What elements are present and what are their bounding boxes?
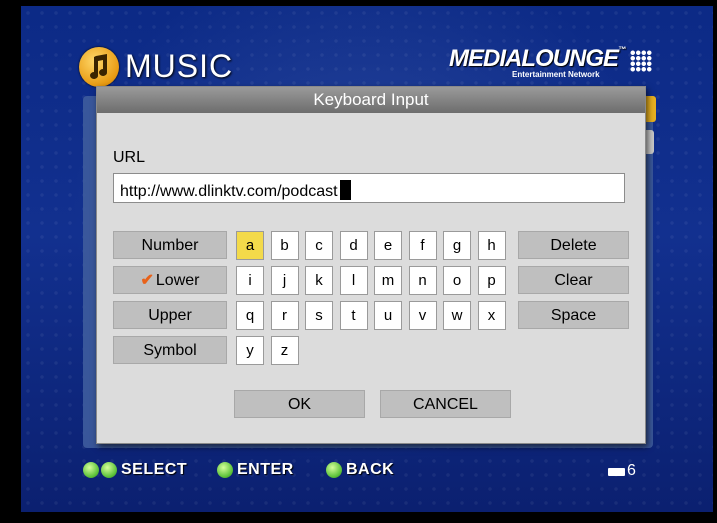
screen: MUSIC MEDIALOUNGE™ Entertainment Network… (0, 0, 717, 523)
space-button[interactable]: Space (518, 301, 629, 329)
cancel-button[interactable]: CANCEL (380, 390, 511, 418)
mode-label: Number (141, 237, 199, 254)
tv-screen: MUSIC MEDIALOUNGE™ Entertainment Network… (21, 6, 713, 512)
key-z[interactable]: z (270, 336, 299, 365)
mode-label: Symbol (143, 342, 197, 359)
ok-button[interactable]: OK (234, 390, 365, 418)
page-icon (608, 468, 625, 476)
mode-button-lower[interactable]: ✔ Lower (113, 266, 227, 294)
url-text: http://www.dlinktv.com/podcast (120, 183, 338, 200)
key-q[interactable]: q (236, 301, 264, 330)
enter-icon (217, 462, 233, 478)
key-j[interactable]: j (270, 266, 299, 295)
url-label: URL (113, 149, 146, 166)
key-x[interactable]: x (477, 301, 506, 330)
mode-button-upper[interactable]: Upper (113, 301, 227, 329)
dialog-title: Keyboard Input (97, 87, 645, 113)
mode-button-symbol[interactable]: Symbol (113, 336, 227, 364)
key-m[interactable]: m (374, 266, 402, 295)
key-n[interactable]: n (408, 266, 437, 295)
key-y[interactable]: y (236, 336, 264, 365)
mode-label: Lower (155, 272, 200, 289)
mode-button-number[interactable]: Number (113, 231, 227, 259)
key-t[interactable]: t (339, 301, 368, 330)
key-g[interactable]: g (443, 231, 471, 260)
key-h[interactable]: h (477, 231, 506, 260)
key-u[interactable]: u (374, 301, 402, 330)
brand-trademark: ™ (618, 45, 626, 54)
key-k[interactable]: k (305, 266, 333, 295)
key-o[interactable]: o (443, 266, 471, 295)
brand-subtitle: Entertainment Network (512, 70, 600, 79)
key-r[interactable]: r (270, 301, 299, 330)
down-arrow-icon (101, 462, 117, 478)
enter-hint: ENTER (237, 461, 294, 478)
check-icon: ✔ (140, 272, 154, 289)
key-i[interactable]: i (236, 266, 264, 295)
text-cursor (339, 180, 351, 200)
key-a[interactable]: a (236, 231, 264, 260)
page-count: 6 (627, 462, 636, 479)
back-icon (326, 462, 342, 478)
key-v[interactable]: v (408, 301, 437, 330)
url-input[interactable]: http://www.dlinktv.com/podcast (113, 173, 625, 203)
key-f[interactable]: f (408, 231, 437, 260)
clear-button[interactable]: Clear (518, 266, 629, 294)
music-note-icon (79, 47, 119, 87)
key-b[interactable]: b (270, 231, 299, 260)
brand-logo: MEDIALOUNGE™ (449, 45, 626, 73)
mode-label: Upper (148, 307, 192, 324)
keyboard-input-dialog: Keyboard Input URL http://www.dlinktv.co… (96, 86, 646, 444)
back-hint: BACK (346, 461, 395, 478)
key-p[interactable]: p (477, 266, 506, 295)
delete-button[interactable]: Delete (518, 231, 629, 259)
brand-name: MEDIALOUNGE (449, 45, 619, 72)
key-c[interactable]: c (305, 231, 333, 260)
key-w[interactable]: w (443, 301, 471, 330)
key-s[interactable]: s (305, 301, 333, 330)
key-l[interactable]: l (339, 266, 368, 295)
url-value: http://www.dlinktv.com/podcast (120, 180, 351, 201)
up-arrow-icon (83, 462, 99, 478)
brand-grid-icon (630, 50, 652, 72)
key-d[interactable]: d (339, 231, 368, 260)
key-e[interactable]: e (374, 231, 402, 260)
select-hint: SELECT (121, 461, 188, 478)
page-title: MUSIC (125, 48, 234, 84)
